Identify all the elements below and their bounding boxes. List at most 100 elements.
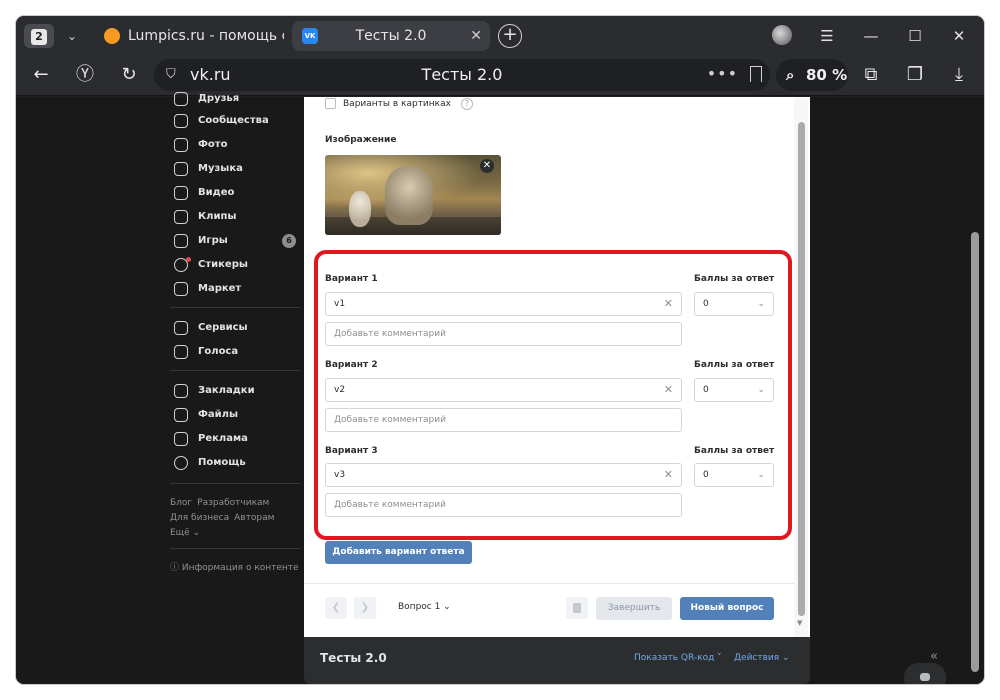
option-input[interactable]: v2 ✕ — [325, 378, 682, 402]
clear-icon[interactable]: ✕ — [664, 293, 673, 315]
tab-count-button[interactable]: 2 — [24, 24, 54, 48]
scroll-down-icon[interactable]: ▼ — [797, 619, 802, 627]
sidebar-item-friends[interactable]: Друзья — [166, 89, 306, 109]
lumpics-favicon-icon — [104, 28, 120, 44]
friends-icon — [174, 92, 188, 106]
footer-divider — [304, 583, 794, 584]
points-select[interactable]: 0 ⌄ — [694, 378, 774, 402]
tab-tests[interactable]: VK Тесты 2.0 ✕ — [292, 21, 490, 51]
chevron-down-icon[interactable]: ⌄ — [60, 24, 84, 48]
trash-icon[interactable] — [566, 597, 588, 619]
shopping-bag-icon — [174, 282, 188, 296]
tab-title: Тесты 2.0 — [355, 28, 427, 44]
page-scrollbar[interactable] — [968, 97, 982, 684]
menu-icon[interactable]: ☰ — [815, 24, 839, 48]
question-selector[interactable]: Вопрос 1 ⌄ — [398, 602, 451, 612]
sidebar-item-votes[interactable]: Голоса — [166, 342, 306, 362]
points-value: 0 — [703, 470, 709, 480]
sidebar-item-communities[interactable]: Сообщества — [166, 111, 306, 131]
footer-link-blog[interactable]: Блог — [170, 498, 192, 508]
tab-bar: 2 ⌄ Lumpics.ru - помощь с ко VK Тесты 2.… — [16, 16, 984, 54]
download-icon[interactable]: ⤓ — [946, 63, 972, 87]
panel-scrollbar[interactable]: ▼ — [794, 97, 808, 637]
next-question-icon[interactable]: ❯ — [354, 597, 376, 619]
zoom-icon: ⌕ — [786, 66, 795, 84]
sidebar-item-games[interactable]: Игры 6 — [166, 231, 306, 251]
more-dots-icon[interactable]: ••• — [707, 59, 738, 89]
sidebar-item-video[interactable]: Видео — [166, 183, 306, 203]
collections-icon[interactable]: ❐ — [902, 63, 928, 87]
points-select[interactable]: 0 ⌄ — [694, 292, 774, 316]
footer-link-developers[interactable]: Разработчикам — [197, 498, 269, 508]
actions-link[interactable]: Действия ⌄ — [734, 653, 790, 663]
sidebar-item-ads[interactable]: Реклама — [166, 429, 306, 449]
sidebar-item-files[interactable]: Файлы — [166, 405, 306, 425]
content-info-link[interactable]: ⓘ Информация о контенте — [170, 561, 299, 575]
bookmark-icon[interactable] — [750, 66, 762, 82]
pictures-checkbox[interactable] — [325, 98, 336, 109]
footer-links-row-2: Для бизнеса Авторам — [170, 511, 279, 525]
yandex-icon[interactable]: Ⓨ — [72, 63, 98, 87]
close-window-icon[interactable]: ✕ — [947, 24, 971, 48]
puzzle-icon[interactable]: ⧉ — [858, 63, 884, 87]
comment-input[interactable]: Добавьте комментарий — [325, 493, 682, 517]
minimize-icon[interactable]: — — [859, 24, 883, 48]
option-value: v2 — [334, 385, 346, 395]
footer-link-authors[interactable]: Авторам — [234, 513, 274, 523]
footer-link-more[interactable]: Ещё ⌄ — [170, 528, 200, 538]
zoom-value: 80 % — [806, 66, 848, 84]
sidebar-item-clips[interactable]: Клипы — [166, 207, 306, 227]
sidebar-item-market[interactable]: Маркет — [166, 279, 306, 299]
maximize-icon[interactable]: ☐ — [903, 24, 927, 48]
finish-button[interactable]: Завершить — [596, 597, 672, 620]
option-input[interactable]: v3 ✕ — [325, 463, 682, 487]
prev-question-icon[interactable]: ❮ — [325, 597, 347, 619]
clear-icon[interactable]: ✕ — [664, 379, 673, 401]
url-field[interactable]: ⛉ vk.ru Тесты 2.0 ••• — [154, 59, 770, 91]
clear-icon[interactable]: ✕ — [664, 464, 673, 486]
close-icon[interactable]: ✕ — [470, 21, 482, 51]
back-arrow-icon[interactable]: ← — [28, 63, 54, 87]
tab-count: 2 — [31, 29, 47, 45]
points-label: Баллы за ответ — [694, 446, 775, 456]
shield-icon[interactable]: ⛉ — [166, 67, 180, 83]
scrollbar-thumb[interactable] — [798, 122, 805, 616]
show-qr-link[interactable]: Показать QR-код ˅ — [634, 653, 722, 663]
sidebar-item-music[interactable]: Музыка — [166, 159, 306, 179]
sidebar-item-services[interactable]: Сервисы — [166, 318, 306, 338]
new-question-button[interactable]: Новый вопрос — [680, 597, 774, 620]
url-text: vk.ru — [190, 65, 231, 84]
sidebar-item-label: Клипы — [198, 211, 237, 222]
sidebar-item-label: Фото — [198, 139, 228, 150]
add-option-button[interactable]: Добавить вариант ответа — [325, 541, 472, 564]
sidebar-item-label: Закладки — [198, 385, 255, 396]
collapse-icon[interactable]: « — [930, 649, 938, 664]
comment-placeholder: Добавьте комментарий — [334, 500, 446, 510]
profile-avatar[interactable] — [772, 25, 792, 45]
question-mark-icon[interactable]: ? — [461, 98, 473, 110]
new-tab-button[interactable]: + — [498, 24, 522, 48]
sidebar-item-label: Музыка — [198, 163, 243, 174]
question-image — [325, 155, 501, 235]
sidebar-item-photos[interactable]: Фото — [166, 135, 306, 155]
comment-input[interactable]: Добавьте комментарий — [325, 408, 682, 432]
sidebar-item-label: Файлы — [198, 409, 239, 420]
reload-icon[interactable]: ↻ — [116, 63, 142, 87]
points-select[interactable]: 0 ⌄ — [694, 463, 774, 487]
remove-image-icon[interactable]: ✕ — [480, 159, 494, 173]
app-title: Тесты 2.0 — [320, 651, 387, 665]
option-input[interactable]: v1 ✕ — [325, 292, 682, 316]
tab-lumpics[interactable]: Lumpics.ru - помощь с ко — [94, 21, 284, 51]
left-sidebar: Друзья Сообщества Фото Музыка Видео Клип… — [166, 92, 306, 684]
services-grid-icon — [174, 321, 188, 335]
sidebar-item-bookmarks[interactable]: Закладки — [166, 381, 306, 401]
chat-icon[interactable] — [904, 663, 946, 684]
scrollbar-thumb[interactable] — [971, 232, 979, 672]
sidebar-item-help[interactable]: Помощь — [166, 453, 306, 473]
footer-links-row-3: Ещё ⌄ — [170, 526, 205, 540]
comment-input[interactable]: Добавьте комментарий — [325, 322, 682, 346]
footer-link-business[interactable]: Для бизнеса — [170, 513, 229, 523]
sidebar-item-stickers[interactable]: Стикеры — [166, 255, 306, 275]
sidebar-divider — [170, 548, 300, 549]
zoom-indicator[interactable]: ⌕ 80 % — [776, 59, 848, 91]
